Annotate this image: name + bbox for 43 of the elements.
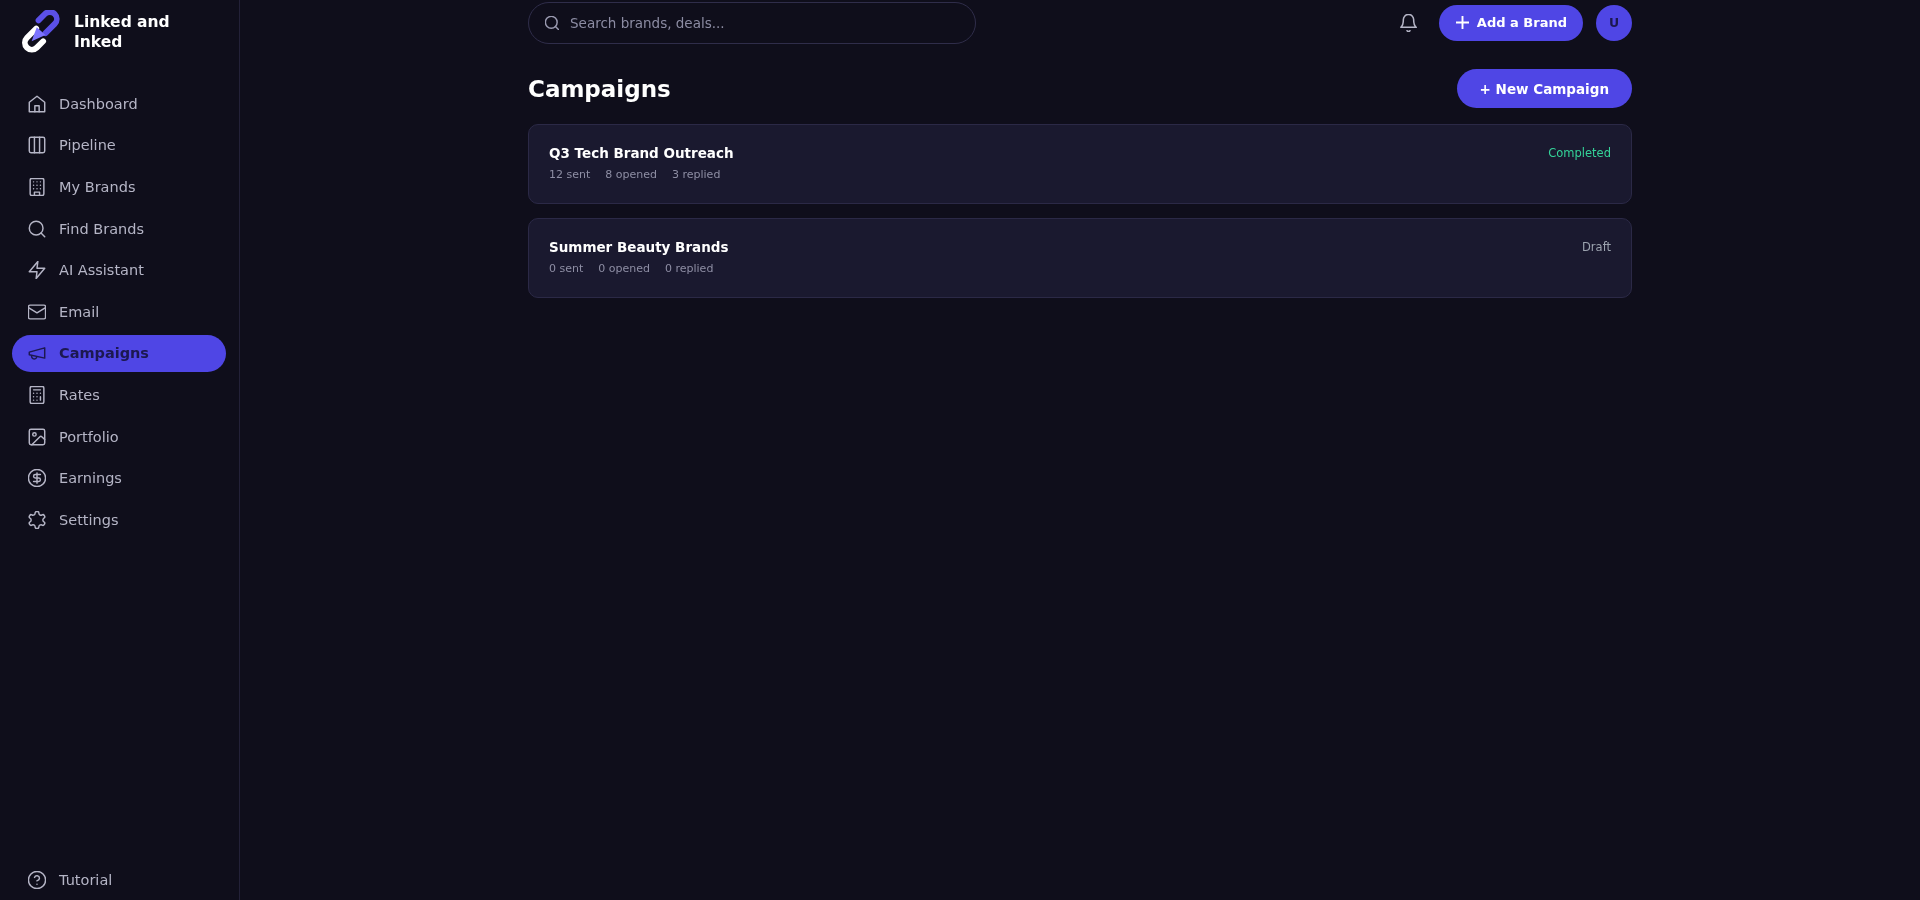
nav-item[interactable]: My Brands xyxy=(12,168,226,206)
nav-item[interactable]: Find Brands xyxy=(12,209,226,248)
campaign-stat: 3 replied xyxy=(672,167,721,183)
nav-item[interactable]: Tutorial xyxy=(12,861,226,899)
campaign-stat: 0 replied xyxy=(665,261,714,277)
campaign-stat: 0 sent xyxy=(549,261,584,277)
nav-item[interactable]: Email xyxy=(12,292,226,331)
campaign-name: Summer Beauty Brands xyxy=(549,238,729,256)
nav-item[interactable]: Earnings xyxy=(12,459,226,497)
search-icon xyxy=(545,15,559,30)
campaign-card[interactable]: Q3 Tech Brand Outreach 12 sent 8 opened 3 replied Completed xyxy=(528,124,1632,204)
building-icon xyxy=(28,178,46,196)
campaign-stat: 0 opened xyxy=(598,261,650,277)
nav-item[interactable]: Pipeline xyxy=(12,126,226,165)
bell-icon[interactable] xyxy=(1399,13,1417,32)
campaign-stat: 8 opened xyxy=(605,167,657,183)
search-field[interactable]: Search brands, deals... xyxy=(528,1,976,44)
plus-icon xyxy=(1455,16,1469,29)
add-brand-button[interactable]: Add a Brand xyxy=(1438,4,1583,41)
new-campaign-button[interactable]: + New Campaign xyxy=(1456,69,1632,108)
nav-item[interactable]: Rates xyxy=(12,376,226,414)
calculator-icon xyxy=(28,385,46,404)
campaign-stat: 12 sent xyxy=(549,167,591,183)
dollar-icon xyxy=(28,469,46,488)
settings-icon xyxy=(28,510,46,529)
campaign-card[interactable]: Summer Beauty Brands 0 sent 0 opened 0 replied Draft xyxy=(528,218,1632,298)
nav-item[interactable]: Settings xyxy=(12,500,226,539)
nav-item[interactable]: Dashboard xyxy=(12,85,226,123)
megaphone-icon xyxy=(28,344,46,363)
mail-icon xyxy=(28,302,46,321)
status-label: Completed xyxy=(1548,145,1611,162)
status-label: Draft xyxy=(1582,239,1611,256)
search-icon xyxy=(28,219,46,238)
page-title: Campaigns xyxy=(528,74,671,104)
campaign-name: Q3 Tech Brand Outreach xyxy=(549,144,734,162)
lightning-icon xyxy=(28,261,46,280)
nav-item[interactable]: Portfolio xyxy=(12,417,226,456)
help-icon xyxy=(28,871,46,890)
nav-item[interactable]: AI Assistant xyxy=(12,251,226,289)
columns-icon xyxy=(28,136,46,155)
image-icon xyxy=(28,427,46,446)
home-icon xyxy=(28,94,46,113)
brand-name: Linked and Inked xyxy=(74,12,171,52)
